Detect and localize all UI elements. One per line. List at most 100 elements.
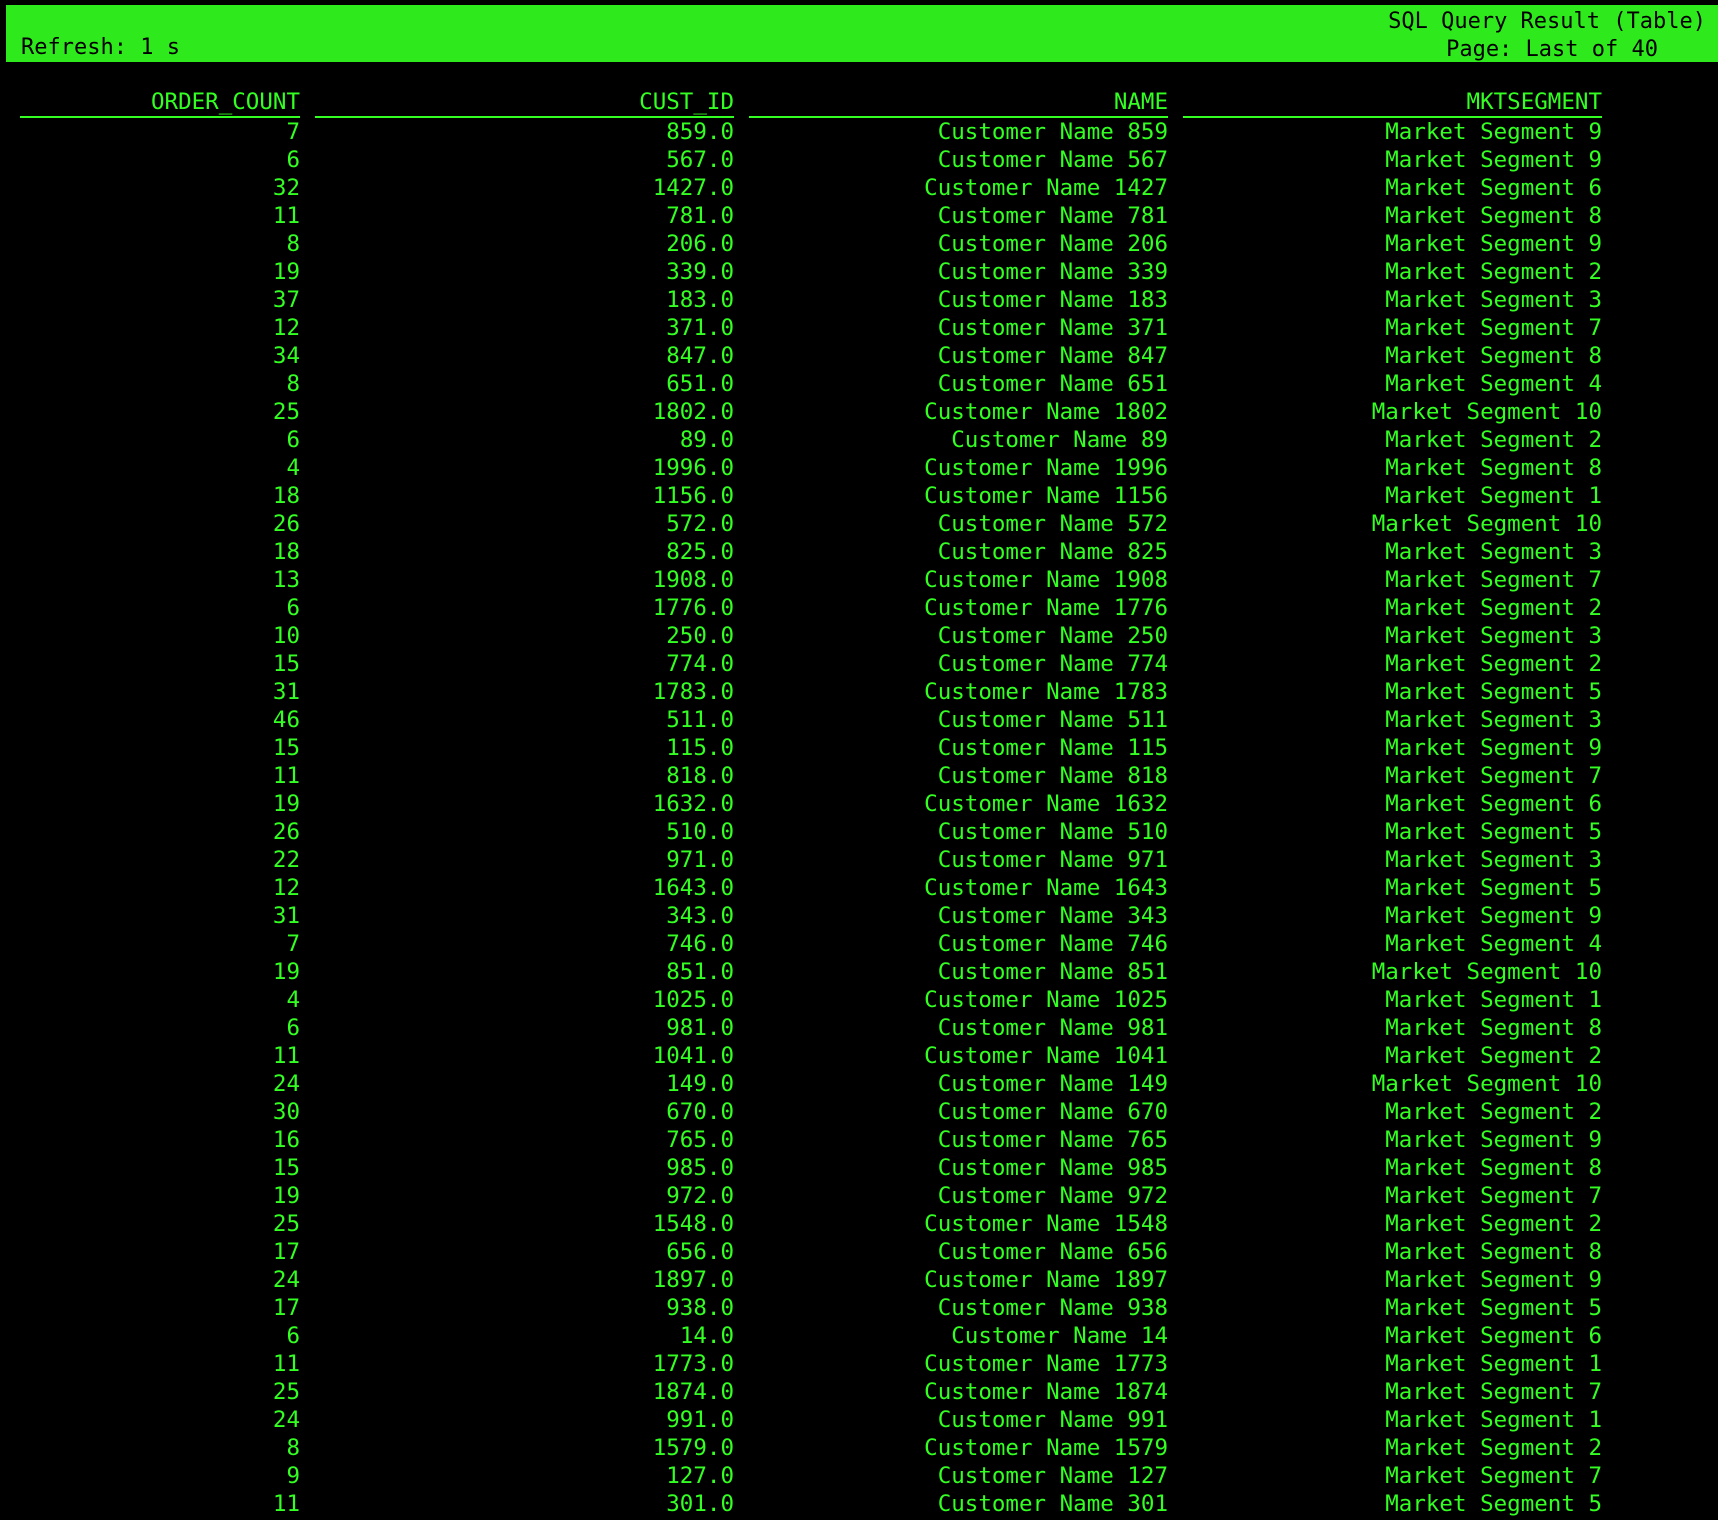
table-row[interactable]: 7 746.0 Customer Name 746 Market Segment 4: [20, 930, 1602, 958]
name-cell: Customer Name 149: [937, 1071, 1168, 1097]
mktsegment-cell: Market Segment 4: [1385, 371, 1602, 397]
order-count-cell: 7: [286, 931, 300, 957]
column-gap: [300, 1434, 315, 1462]
table-row[interactable]: 9 127.0 Customer Name 127 Market Segment 7: [20, 1462, 1602, 1490]
cust-id-cell: 781.0: [666, 203, 734, 229]
table-row[interactable]: 4 1996.0 Customer Name 1996 Market Segment …: [20, 454, 1602, 482]
table-row[interactable]: 19 972.0 Customer Name 972 Market Segment 7: [20, 1182, 1602, 1210]
table-row[interactable]: 6 981.0 Customer Name 981 Market Segment 8: [20, 1014, 1602, 1042]
column-gap: [300, 538, 315, 566]
mktsegment-cell: Market Segment 7: [1385, 763, 1602, 789]
table-row[interactable]: 10 250.0 Customer Name 250 Market Segment 3: [20, 622, 1602, 650]
order-count-cell: 25: [272, 1211, 300, 1237]
cust-id-cell: 510.0: [666, 819, 734, 845]
column-gap: [734, 846, 749, 874]
column-gap: [300, 1210, 315, 1238]
table-row[interactable]: 24 991.0 Customer Name 991 Market Segment 1: [20, 1406, 1602, 1434]
table-row[interactable]: 26 572.0 Customer Name 572 Market Segment 1…: [20, 510, 1602, 538]
table-row[interactable]: 24 149.0 Customer Name 149 Market Segment 1…: [20, 1070, 1602, 1098]
order-count-cell: 24: [272, 1407, 300, 1433]
table-body: 7 859.0 Customer Name 859 Market Segment 96…: [20, 118, 1602, 1518]
name-cell: Customer Name 1874: [924, 1379, 1168, 1405]
column-gap: [734, 818, 749, 846]
table-row[interactable]: 34 847.0 Customer Name 847 Market Segment 8: [20, 342, 1602, 370]
column-gap: [1168, 790, 1183, 818]
table-row[interactable]: 11 818.0 Customer Name 818 Market Segment 7: [20, 762, 1602, 790]
column-gap: [300, 1350, 315, 1378]
table-row[interactable]: 25 1548.0 Customer Name 1548 Market Segment…: [20, 1210, 1602, 1238]
column-gap: [300, 314, 315, 342]
table-row[interactable]: 4 1025.0 Customer Name 1025 Market Segment …: [20, 986, 1602, 1014]
column-header-cust-id[interactable]: CUST_ID: [315, 89, 734, 118]
order-count-cell: 18: [272, 539, 300, 565]
column-gap: [734, 398, 749, 426]
cust-id-cell: 339.0: [666, 259, 734, 285]
mktsegment-cell: Market Segment 2: [1385, 1043, 1602, 1069]
mktsegment-cell: Market Segment 8: [1385, 455, 1602, 481]
table-row[interactable]: 8 1579.0 Customer Name 1579 Market Segment …: [20, 1434, 1602, 1462]
table-row[interactable]: 31 1783.0 Customer Name 1783 Market Segment…: [20, 678, 1602, 706]
column-gap: [1168, 594, 1183, 622]
column-gap: [300, 286, 315, 314]
column-header-mktsegment[interactable]: MKTSEGMENT: [1183, 89, 1602, 118]
name-cell: Customer Name 670: [937, 1099, 1168, 1125]
table-row[interactable]: 24 1897.0 Customer Name 1897 Market Segment…: [20, 1266, 1602, 1294]
order-count-cell: 24: [272, 1071, 300, 1097]
table-row[interactable]: 22 971.0 Customer Name 971 Market Segment 3: [20, 846, 1602, 874]
table-row[interactable]: 12 371.0 Customer Name 371 Market Segment 7: [20, 314, 1602, 342]
cust-id-cell: 1783.0: [652, 679, 734, 705]
cust-id-cell: 1427.0: [652, 175, 734, 201]
table-row[interactable]: 15 774.0 Customer Name 774 Market Segment 2: [20, 650, 1602, 678]
column-gap: [300, 734, 315, 762]
table-row[interactable]: 6 567.0 Customer Name 567 Market Segment 9: [20, 146, 1602, 174]
table-row[interactable]: 7 859.0 Customer Name 859 Market Segment 9: [20, 118, 1602, 146]
table-row[interactable]: 15 115.0 Customer Name 115 Market Segment 9: [20, 734, 1602, 762]
column-header-name[interactable]: NAME: [749, 89, 1168, 118]
table-row[interactable]: 32 1427.0 Customer Name 1427 Market Segment…: [20, 174, 1602, 202]
order-count-cell: 15: [272, 1155, 300, 1181]
table-row[interactable]: 16 765.0 Customer Name 765 Market Segment 9: [20, 1126, 1602, 1154]
column-gap: [734, 1406, 749, 1434]
table-row[interactable]: 25 1874.0 Customer Name 1874 Market Segment…: [20, 1378, 1602, 1406]
table-row[interactable]: 15 985.0 Customer Name 985 Market Segment 8: [20, 1154, 1602, 1182]
table-row[interactable]: 6 89.0 Customer Name 89 Market Segment 2: [20, 426, 1602, 454]
table-row[interactable]: 12 1643.0 Customer Name 1643 Market Segment…: [20, 874, 1602, 902]
table-row[interactable]: 8 651.0 Customer Name 651 Market Segment 4: [20, 370, 1602, 398]
table-row[interactable]: 26 510.0 Customer Name 510 Market Segment 5: [20, 818, 1602, 846]
table-row[interactable]: 6 1776.0 Customer Name 1776 Market Segment …: [20, 594, 1602, 622]
column-gap: [1168, 734, 1183, 762]
table-row[interactable]: 46 511.0 Customer Name 511 Market Segment 3: [20, 706, 1602, 734]
name-cell: Customer Name 183: [937, 287, 1168, 313]
cust-id-cell: 115.0: [666, 735, 734, 761]
table-row[interactable]: 19 339.0 Customer Name 339 Market Segment 2: [20, 258, 1602, 286]
table-row[interactable]: 30 670.0 Customer Name 670 Market Segment 2: [20, 1098, 1602, 1126]
mktsegment-cell: Market Segment 6: [1385, 791, 1602, 817]
table-row[interactable]: 13 1908.0 Customer Name 1908 Market Segment…: [20, 566, 1602, 594]
order-count-cell: 8: [286, 1435, 300, 1461]
name-cell: Customer Name 851: [937, 959, 1168, 985]
table-row[interactable]: 11 781.0 Customer Name 781 Market Segment 8: [20, 202, 1602, 230]
column-gap: [734, 1098, 749, 1126]
column-header-order-count[interactable]: ORDER_COUNT: [20, 89, 300, 118]
table-row[interactable]: 18 825.0 Customer Name 825 Market Segment 3: [20, 538, 1602, 566]
table-row[interactable]: 31 343.0 Customer Name 343 Market Segment 9: [20, 902, 1602, 930]
table-row[interactable]: 19 1632.0 Customer Name 1632 Market Segment…: [20, 790, 1602, 818]
table-row[interactable]: 37 183.0 Customer Name 183 Market Segment 3: [20, 286, 1602, 314]
cust-id-cell: 1548.0: [652, 1211, 734, 1237]
name-cell: Customer Name 746: [937, 931, 1168, 957]
table-row[interactable]: 11 1041.0 Customer Name 1041 Market Segment…: [20, 1042, 1602, 1070]
mktsegment-cell: Market Segment 2: [1385, 259, 1602, 285]
table-row[interactable]: 25 1802.0 Customer Name 1802 Market Segment…: [20, 398, 1602, 426]
table-row[interactable]: 19 851.0 Customer Name 851 Market Segment 1…: [20, 958, 1602, 986]
table-row[interactable]: 11 1773.0 Customer Name 1773 Market Segment…: [20, 1350, 1602, 1378]
table-row[interactable]: 11 301.0 Customer Name 301 Market Segment 5: [20, 1490, 1602, 1518]
table-row[interactable]: 8 206.0 Customer Name 206 Market Segment 9: [20, 230, 1602, 258]
table-row[interactable]: 17 938.0 Customer Name 938 Market Segment 5: [20, 1294, 1602, 1322]
mktsegment-cell: Market Segment 1: [1385, 483, 1602, 509]
order-count-cell: 11: [272, 203, 300, 229]
table-row[interactable]: 17 656.0 Customer Name 656 Market Segment 8: [20, 1238, 1602, 1266]
table-row[interactable]: 18 1156.0 Customer Name 1156 Market Segment…: [20, 482, 1602, 510]
order-count-cell: 11: [272, 763, 300, 789]
column-gap: [1168, 874, 1183, 902]
table-row[interactable]: 6 14.0 Customer Name 14 Market Segment 6: [20, 1322, 1602, 1350]
